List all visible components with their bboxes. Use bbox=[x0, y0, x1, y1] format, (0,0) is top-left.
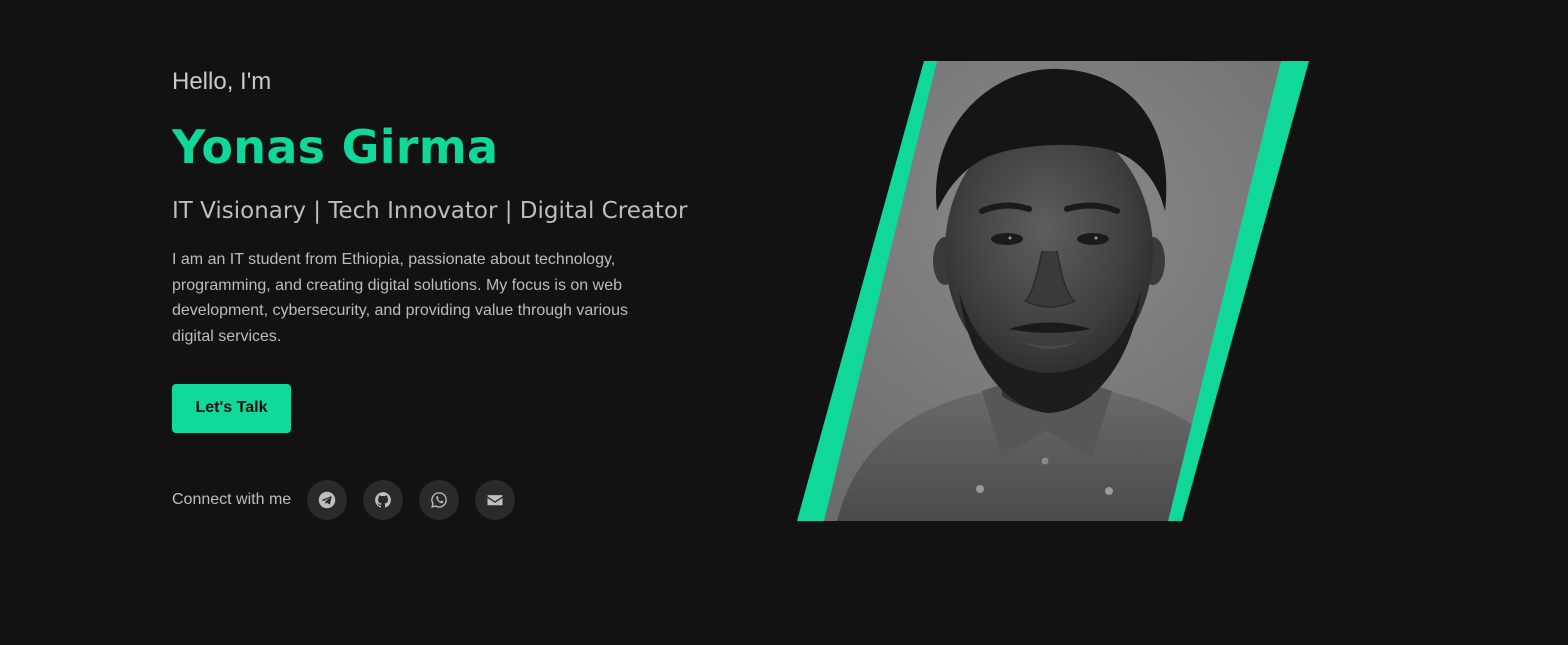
whatsapp-icon bbox=[431, 491, 448, 508]
hero-tagline: IT Visionary | Tech Innovator | Digital … bbox=[172, 198, 688, 224]
hero-name: Yonas Girma bbox=[172, 120, 499, 174]
social-links: Connect with me bbox=[172, 479, 531, 520]
whatsapp-link[interactable] bbox=[419, 479, 460, 520]
telegram-link[interactable] bbox=[307, 479, 348, 520]
portrait-frame bbox=[797, 61, 1309, 521]
hero-bio: I am an IT student from Ethiopia, passio… bbox=[172, 251, 628, 346]
portrait-photo bbox=[797, 61, 1309, 521]
github-link[interactable] bbox=[363, 479, 404, 520]
hero-intro: Hello, I'm Yonas Girma IT Visionary | Te… bbox=[172, 66, 772, 433]
telegram-icon bbox=[318, 491, 336, 508]
greeting-text: Hello, I'm bbox=[172, 68, 272, 95]
hero-section: Hello, I'm Yonas Girma IT Visionary | Te… bbox=[0, 0, 1568, 645]
github-icon bbox=[375, 491, 392, 508]
connect-label: Connect with me bbox=[172, 490, 292, 508]
lets-talk-button[interactable]: Let's Talk bbox=[172, 383, 291, 433]
email-link[interactable] bbox=[475, 479, 516, 520]
envelope-icon bbox=[487, 494, 503, 505]
